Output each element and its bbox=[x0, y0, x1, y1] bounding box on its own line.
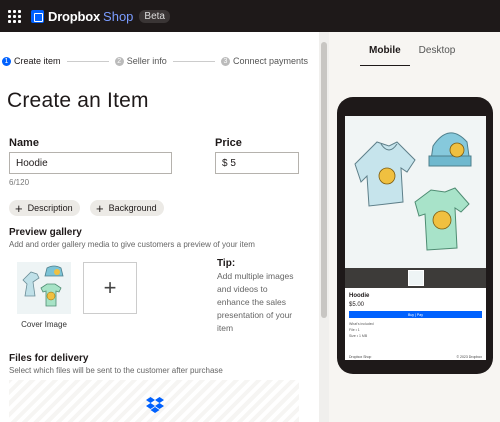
brand-name: Dropbox bbox=[48, 8, 101, 24]
gallery-subtitle: Add and order gallery media to give cust… bbox=[9, 240, 255, 249]
add-media-button[interactable]: + bbox=[83, 262, 137, 314]
tip-text: Add multiple images and videos to enhanc… bbox=[217, 271, 294, 333]
mobile-footer-brand: Dropbox Shop bbox=[349, 355, 372, 359]
add-description-button[interactable]: + Description bbox=[9, 200, 80, 216]
mobile-buy-button[interactable]: Buy | Pay bbox=[349, 311, 482, 318]
phone-screen: Hoodie $5.00 Buy | Pay What's included F… bbox=[345, 116, 486, 360]
mobile-meta-heading: What's included bbox=[349, 322, 374, 326]
step-label: Seller info bbox=[126, 56, 167, 66]
mobile-meta-files: File • 1 bbox=[349, 328, 360, 332]
mobile-footer-copyright: © 2023 Dropbox bbox=[456, 355, 482, 359]
plus-icon: + bbox=[96, 200, 104, 216]
tip-title: Tip: bbox=[217, 258, 236, 269]
scrollbar-thumb[interactable] bbox=[321, 42, 327, 318]
step-create-item[interactable]: 1 Create item bbox=[2, 56, 61, 66]
dropbox-icon bbox=[146, 397, 164, 413]
step-divider bbox=[66, 60, 109, 62]
step-seller-info[interactable]: 2 Seller info bbox=[114, 56, 167, 66]
clothing-illustration bbox=[354, 132, 472, 251]
brand-logo[interactable]: Dropbox Shop bbox=[31, 9, 133, 24]
brand-product: Shop bbox=[103, 8, 134, 24]
cover-image-thumbnail[interactable] bbox=[17, 262, 71, 314]
mobile-item-title: Hoodie bbox=[349, 293, 370, 299]
add-background-button[interactable]: + Background bbox=[90, 200, 164, 216]
editor-pane: 1 Create item 2 Seller info 3 Connect pa… bbox=[0, 32, 319, 422]
name-char-counter: 6/120 bbox=[9, 178, 30, 187]
hoodie-illustration bbox=[22, 265, 64, 307]
step-label: Create item bbox=[14, 56, 61, 66]
step-number: 1 bbox=[2, 56, 11, 66]
mobile-meta-size: Size • 1 MB bbox=[349, 334, 368, 338]
stepper: 1 Create item 2 Seller info 3 Connect pa… bbox=[0, 56, 319, 66]
step-connect-payments[interactable]: 3 Connect payments bbox=[220, 56, 309, 66]
gallery-title: Preview gallery bbox=[9, 227, 82, 238]
price-input[interactable]: $ 5 bbox=[215, 152, 299, 174]
chip-label: Description bbox=[27, 203, 73, 213]
gallery-strip bbox=[345, 268, 486, 288]
files-subtitle: Select which files will be sent to the c… bbox=[9, 366, 223, 375]
plus-icon: + bbox=[15, 200, 23, 216]
step-number: 2 bbox=[114, 56, 124, 66]
name-input[interactable]: Hoodie bbox=[9, 152, 172, 174]
tab-desktop[interactable]: Desktop bbox=[410, 40, 465, 66]
files-title: Files for delivery bbox=[9, 353, 89, 364]
editor-scrollbar[interactable] bbox=[319, 32, 329, 422]
mobile-item-price: $5.00 bbox=[349, 302, 365, 308]
hero-image bbox=[345, 116, 486, 268]
step-divider bbox=[172, 60, 215, 62]
app-grid-icon[interactable] bbox=[4, 6, 24, 26]
step-label: Connect payments bbox=[232, 56, 309, 66]
preview-tabs: Mobile Desktop bbox=[360, 40, 464, 66]
name-label: Name bbox=[9, 137, 39, 149]
tab-mobile[interactable]: Mobile bbox=[360, 40, 410, 66]
step-number: 3 bbox=[220, 56, 230, 66]
dropbox-logo-icon bbox=[31, 9, 44, 23]
chip-label: Background bbox=[108, 203, 157, 213]
cover-image-caption: Cover Image bbox=[21, 320, 67, 329]
price-label: Price bbox=[215, 137, 242, 149]
gallery-thumb[interactable] bbox=[407, 270, 424, 286]
mobile-footer: Dropbox Shop © 2023 Dropbox bbox=[345, 354, 486, 360]
page-title: Create an Item bbox=[7, 89, 149, 112]
beta-badge: Beta bbox=[139, 9, 170, 23]
top-bar: Dropbox Shop Beta bbox=[0, 0, 500, 32]
